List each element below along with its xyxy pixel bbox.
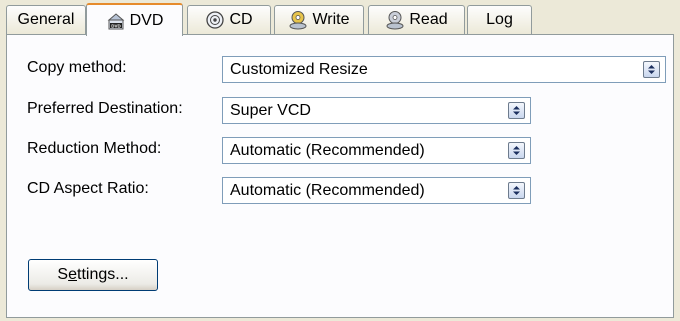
tab-write[interactable]: Write	[274, 5, 364, 34]
preferred-destination-select[interactable]: Super VCD	[222, 97, 531, 124]
tab-general[interactable]: General	[6, 5, 86, 34]
reduction-method-dropdown-icon[interactable]	[508, 142, 525, 159]
reduction-method-value: Automatic (Recommended)	[230, 142, 425, 159]
tab-read-label: Read	[409, 11, 448, 28]
preferred-destination-dropdown-icon[interactable]	[508, 102, 525, 119]
read-icon	[385, 10, 405, 30]
copy-method-label: Copy method:	[27, 59, 127, 76]
svg-text:DVD: DVD	[111, 23, 121, 28]
settings-label-pre: S	[57, 266, 69, 283]
tab-read[interactable]: Read	[368, 5, 465, 34]
reduction-method-label: Reduction Method:	[27, 140, 162, 157]
cd-aspect-ratio-value: Automatic (Recommended)	[230, 182, 425, 199]
settings-label-post: ttings...	[77, 266, 129, 283]
tab-log[interactable]: Log	[467, 5, 532, 34]
copy-method-value: Customized Resize	[230, 61, 368, 78]
cd-aspect-ratio-select[interactable]: Automatic (Recommended)	[222, 177, 531, 204]
tab-dvd-label: DVD	[129, 11, 164, 29]
tab-dvd[interactable]: DVD DVD	[86, 3, 183, 36]
settings-label-accelerator: e	[68, 266, 77, 283]
tab-cd[interactable]: CD	[187, 5, 271, 34]
write-icon	[288, 10, 308, 30]
cd-icon	[205, 10, 225, 30]
tab-general-label: General	[17, 11, 75, 28]
preferred-destination-value: Super VCD	[230, 102, 311, 119]
tab-write-label: Write	[312, 11, 350, 28]
reduction-method-select[interactable]: Automatic (Recommended)	[222, 137, 531, 164]
copy-method-dropdown-icon[interactable]	[643, 61, 660, 78]
copy-method-select[interactable]: Customized Resize	[222, 56, 666, 83]
cd-aspect-ratio-dropdown-icon[interactable]	[508, 182, 525, 199]
dvd-icon: DVD	[106, 11, 126, 31]
tab-cd-label: CD	[229, 11, 253, 28]
tab-log-label: Log	[486, 11, 513, 28]
cd-aspect-ratio-label: CD Aspect Ratio:	[27, 180, 149, 197]
settings-button[interactable]: Se ttings...	[28, 259, 158, 291]
dvd-settings-panel: Copy method: Customized Resize Preferred…	[6, 34, 674, 318]
preferred-destination-label: Preferred Destination:	[27, 100, 183, 117]
